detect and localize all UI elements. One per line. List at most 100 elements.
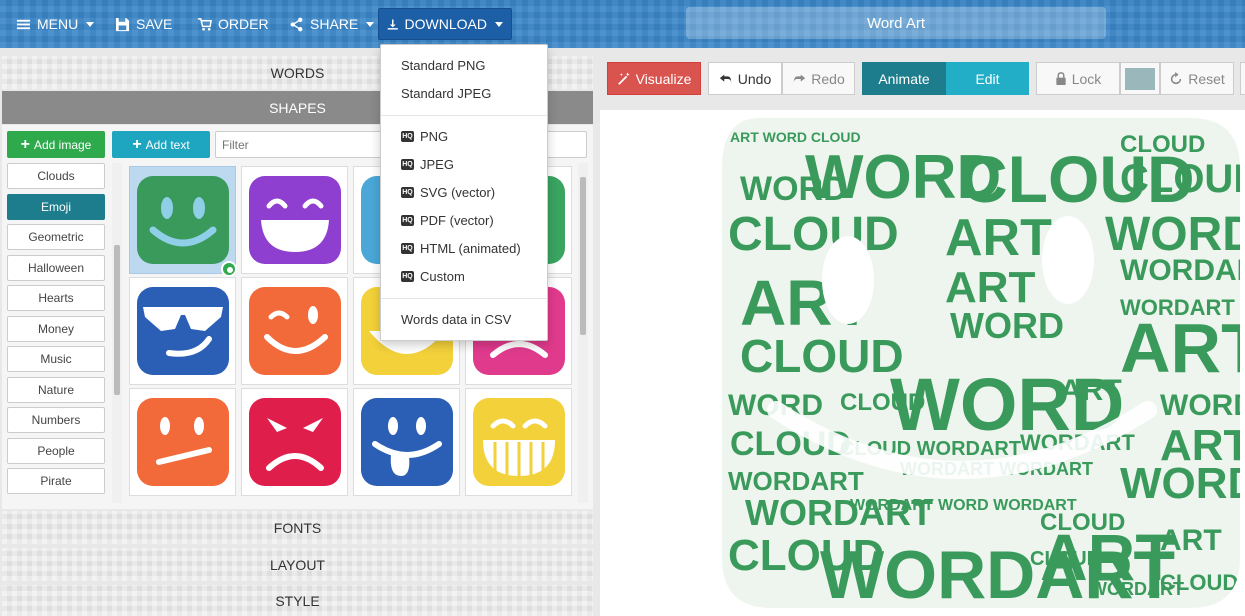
svg-text:ART: ART: [1160, 524, 1222, 557]
download-pdf[interactable]: HQ PDF (vector): [401, 213, 494, 228]
lock-button[interactable]: Lock: [1036, 62, 1120, 95]
svg-text:ART: ART: [1060, 374, 1122, 407]
reset-button[interactable]: Reset: [1160, 62, 1234, 95]
redo-button[interactable]: Redo: [782, 62, 855, 95]
download-html[interactable]: HQ HTML (animated): [401, 241, 521, 256]
hq-badge-icon: HQ: [401, 271, 414, 282]
add-text-label: Add text: [145, 137, 190, 152]
share-button[interactable]: SHARE: [281, 8, 382, 40]
shopping-cart-icon: [197, 17, 212, 30]
category-money[interactable]: Money: [7, 315, 105, 342]
word-cloud-image: ART WORD CLOUD WORD CLOUD CLOUD CLOUD WO…: [722, 118, 1245, 608]
shape-grid-scrollbar-thumb[interactable]: [580, 177, 586, 335]
panel-layout-label: LAYOUT: [270, 556, 325, 573]
download-csv-label: Words data in CSV: [401, 312, 512, 327]
background-color-swatch[interactable]: [1120, 62, 1160, 95]
download-custom[interactable]: HQ Custom: [401, 269, 465, 284]
download-svg[interactable]: HQ SVG (vector): [401, 185, 495, 200]
svg-text:WORD: WORD: [950, 305, 1064, 346]
hamburger-icon: [16, 19, 31, 29]
download-html-label: HTML (animated): [420, 241, 521, 256]
plus-icon: +: [20, 135, 30, 153]
undo-label: Undo: [737, 70, 772, 87]
shape-emoji-wink-orange[interactable]: [241, 277, 348, 385]
download-standard-jpeg-label: Standard JPEG: [401, 86, 492, 101]
shape-emoji-tongue-blue[interactable]: [353, 388, 460, 496]
tongue-face-icon: [360, 398, 453, 486]
shape-emoji-laugh-purple[interactable]: [241, 166, 348, 274]
download-icon: [387, 18, 398, 30]
category-emoji[interactable]: Emoji: [7, 193, 105, 220]
menu-button[interactable]: MENU: [8, 8, 102, 40]
category-numbers[interactable]: Numbers: [7, 407, 105, 433]
download-dropdown-menu: Standard PNG Standard JPEG HQ PNG HQ JPEG …: [380, 44, 548, 341]
category-scrollbar[interactable]: [112, 163, 122, 503]
category-music[interactable]: Music: [7, 346, 105, 372]
caret-down-icon: [86, 21, 95, 27]
download-standard-png[interactable]: Standard PNG: [401, 58, 486, 73]
laughing-face-icon: [248, 176, 341, 264]
winking-face-icon: [248, 287, 341, 375]
shape-emoji-angry-red[interactable]: [241, 388, 348, 496]
download-custom-label: Custom: [420, 269, 465, 284]
svg-text:WORD: WORD: [1120, 459, 1245, 508]
hq-badge-icon: HQ: [401, 131, 414, 142]
smiley-icon: [136, 176, 229, 264]
panel-style[interactable]: STYLE: [2, 585, 593, 616]
download-pdf-label: PDF (vector): [420, 213, 494, 228]
edit-button[interactable]: Edit: [946, 62, 1029, 95]
category-geometric[interactable]: Geometric: [7, 224, 105, 250]
category-pirate[interactable]: Pirate: [7, 468, 105, 494]
reset-label: Reset: [1188, 70, 1225, 87]
category-clouds[interactable]: Clouds: [7, 163, 105, 189]
category-scrollbar-thumb[interactable]: [114, 245, 120, 395]
hq-badge-icon: HQ: [401, 215, 414, 226]
shape-emoji-smile-green[interactable]: [129, 166, 237, 277]
more-toolbar-button[interactable]: [1240, 62, 1245, 95]
settings-gear-icon[interactable]: [221, 261, 237, 277]
download-hq-png[interactable]: HQ PNG: [401, 129, 448, 144]
shape-emoji-grin-yellow[interactable]: [465, 388, 572, 496]
redo-arrow-icon: [794, 74, 806, 83]
color-swatch: [1125, 67, 1155, 90]
caret-down-icon: [366, 21, 375, 27]
category-hearts[interactable]: Hearts: [7, 285, 105, 311]
lock-icon: [1056, 72, 1066, 85]
panel-fonts[interactable]: FONTS: [2, 511, 593, 544]
download-hq-png-label: PNG: [420, 129, 449, 144]
category-nature[interactable]: Nature: [7, 376, 105, 403]
svg-text:CLOUD: CLOUD: [1120, 157, 1245, 201]
meh-face-icon: [136, 398, 229, 486]
svg-text:WORDART: WORDART: [1120, 254, 1245, 287]
download-button[interactable]: DOWNLOAD: [378, 8, 512, 40]
shape-emoji-meh-orange[interactable]: [129, 388, 236, 496]
save-button[interactable]: SAVE: [107, 8, 180, 40]
hq-badge-icon: HQ: [401, 159, 414, 170]
add-image-button[interactable]: + Add image: [7, 131, 105, 158]
shape-grid-scrollbar[interactable]: [578, 163, 588, 503]
visualize-label: Visualize: [635, 70, 692, 87]
animate-button[interactable]: Animate: [862, 62, 946, 95]
svg-text:ART: ART: [1120, 309, 1245, 387]
category-halloween[interactable]: Halloween: [7, 254, 105, 281]
grinning-face-icon: [472, 398, 565, 486]
order-button[interactable]: ORDER: [189, 8, 277, 40]
add-image-label: Add image: [33, 137, 92, 152]
shape-emoji-sunglasses-blue[interactable]: [129, 277, 236, 385]
category-people[interactable]: People: [7, 437, 105, 464]
word-cloud-canvas[interactable]: ART WORD CLOUD WORD CLOUD CLOUD CLOUD WO…: [600, 110, 1245, 616]
undo-button[interactable]: Undo: [708, 62, 782, 95]
download-standard-png-label: Standard PNG: [401, 58, 486, 73]
top-navbar: MENU SAVE ORDER SHARE DOWNLOAD Word Art: [0, 0, 1245, 48]
svg-text:CLOUD: CLOUD: [1120, 131, 1205, 158]
download-csv[interactable]: Words data in CSV: [401, 312, 511, 327]
visualize-button[interactable]: Visualize: [607, 62, 701, 95]
add-text-button[interactable]: + Add text: [112, 131, 210, 158]
save-label: SAVE: [136, 16, 173, 32]
panel-style-label: STYLE: [275, 592, 320, 609]
wordart-title-field[interactable]: Word Art: [686, 7, 1106, 39]
panel-layout[interactable]: LAYOUT: [2, 548, 593, 581]
download-hq-jpeg[interactable]: HQ JPEG: [401, 157, 454, 172]
download-standard-jpeg[interactable]: Standard JPEG: [401, 86, 491, 101]
svg-text:WORDART WORD WORDART: WORDART WORD WORDART: [850, 497, 1077, 514]
